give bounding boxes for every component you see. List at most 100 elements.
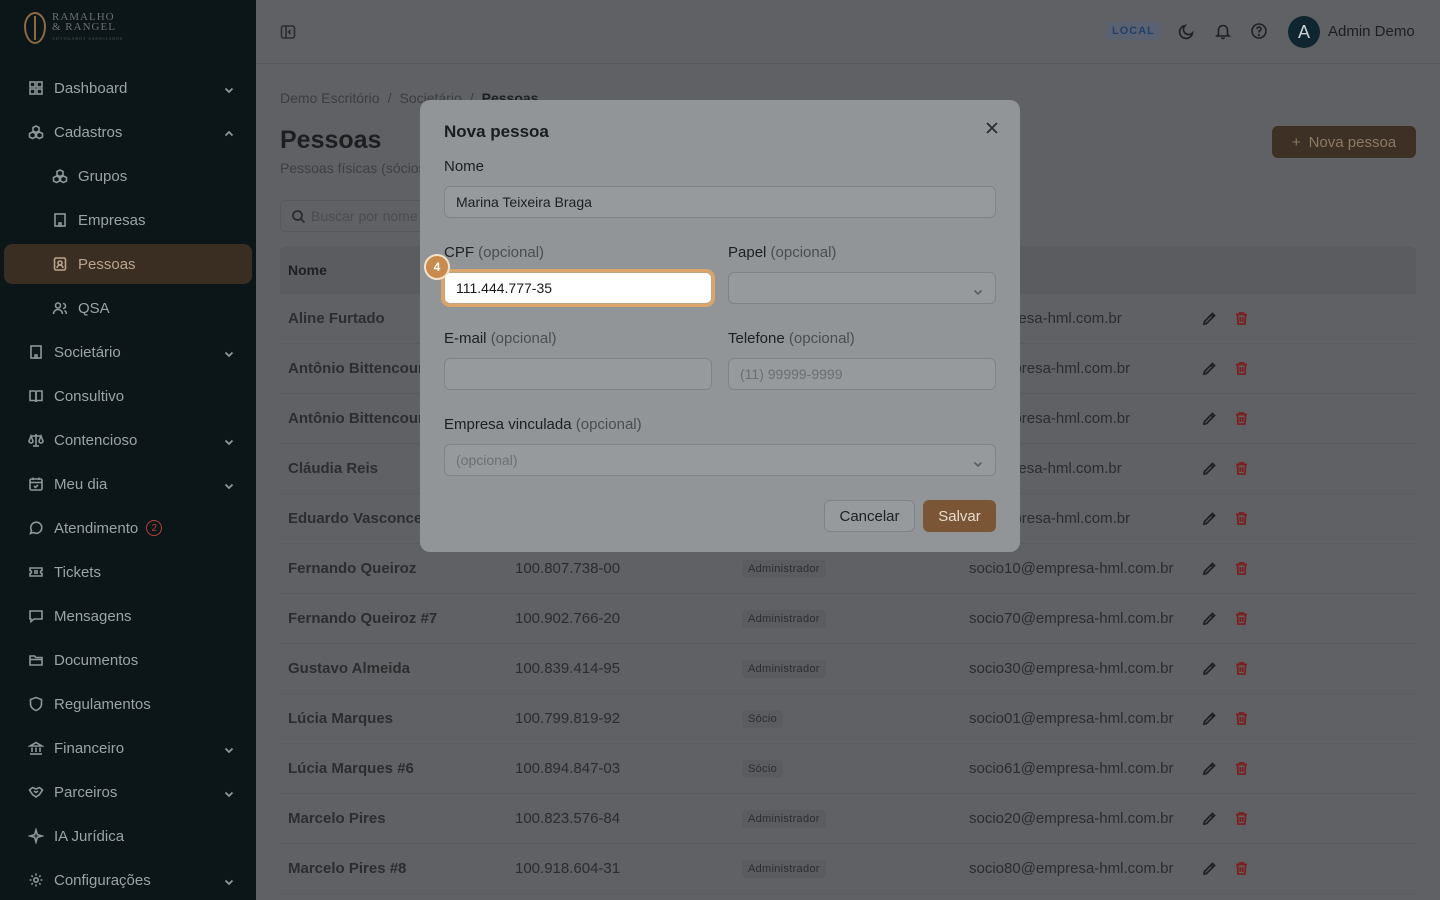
person-role-badge: Administrador [742,659,826,678]
edit-icon[interactable] [1202,411,1217,426]
edit-icon[interactable] [1202,361,1217,376]
save-button[interactable]: Salvar [923,500,996,532]
sidebar-item-societario[interactable]: Societário [0,330,256,374]
sidebar-item-qsa[interactable]: QSA [0,286,256,330]
trash-icon[interactable] [1234,561,1249,576]
sidebar-item-parceiros[interactable]: Parceiros [0,770,256,814]
edit-icon[interactable] [1202,311,1217,326]
telefone-field[interactable]: (11) 99999-9999 [728,358,996,390]
sidebar-item-cadastros[interactable]: Cadastros [0,110,256,154]
trash-icon[interactable] [1234,461,1249,476]
trash-icon[interactable] [1234,661,1249,676]
breadcrumb-separator: / [387,90,392,106]
sidebar-item-dashboard[interactable]: Dashboard [0,66,256,110]
person-email: socio10@empresa-hml.com.br [969,560,1174,577]
nome-field[interactable]: Marina Teixeira Braga [444,186,996,218]
trash-icon[interactable] [1234,511,1249,526]
cancel-button[interactable]: Cancelar [824,500,915,532]
trash-icon[interactable] [1234,311,1249,326]
person-cpf: 100.799.819-92 [515,710,621,727]
trash-icon[interactable] [1234,361,1249,376]
building-icon [52,212,68,228]
trash-icon[interactable] [1234,411,1249,426]
search-icon [291,209,306,224]
sidebar-item-empresas[interactable]: Empresas [0,198,256,242]
person-role-badge: Administrador [742,609,826,628]
edit-icon[interactable] [1202,461,1217,476]
calendar-icon [28,476,44,492]
chevron-down-icon [224,874,234,886]
papel-select[interactable] [728,272,996,304]
edit-icon[interactable] [1202,861,1217,876]
sidebar-item-regulamentos[interactable]: Regulamentos [0,682,256,726]
bell-icon[interactable] [1214,22,1232,40]
person-name: Fernando Queiroz [288,560,417,577]
trash-icon[interactable] [1234,611,1249,626]
person-name: Lúcia Marques [288,710,394,727]
person-email: socio80@empresa-hml.com.br [969,860,1174,877]
sidebar-item-atendimento[interactable]: Atendimento 2 [0,506,256,550]
chevron-down-icon [224,742,234,754]
person-role-badge: Administrador [742,809,826,828]
sidebar-item-ia-juridica[interactable]: IA Jurídica [0,814,256,858]
sidebar-item-label: Atendimento [54,519,139,537]
sidebar-item-financeiro[interactable]: Financeiro [0,726,256,770]
sidebar-item-tickets[interactable]: Tickets [0,550,256,594]
chevron-down-icon [973,456,983,468]
edit-icon[interactable] [1202,661,1217,676]
logo-mark-icon [24,12,46,44]
person-name: Antônio Bittencourt [288,410,429,427]
edit-icon[interactable] [1202,761,1217,776]
email-label: E-mail (opcional) [444,330,557,347]
edit-icon[interactable] [1202,561,1217,576]
topbar: LOCAL A Admin Demo [256,0,1440,64]
edit-icon[interactable] [1202,711,1217,726]
person-role-badge: Administrador [742,859,826,878]
edit-icon[interactable] [1202,611,1217,626]
sidebar-toggle-icon[interactable] [280,24,296,40]
edit-icon[interactable] [1202,511,1217,526]
moon-icon[interactable] [1178,22,1196,40]
breadcrumb-item[interactable]: Demo Escritório [280,90,380,106]
person-name: Cláudia Reis [288,460,379,477]
trash-icon[interactable] [1234,811,1249,826]
gear-icon [28,872,44,888]
person-name: Gustavo Almeida [288,660,410,677]
sidebar-item-meu-dia[interactable]: Meu dia [0,462,256,506]
person-name: Lúcia Marques #6 [288,760,414,777]
edit-icon[interactable] [1202,811,1217,826]
person-cpf: 100.807.738-00 [515,560,621,577]
sidebar-item-pessoas[interactable]: Pessoas [4,244,252,284]
ticket-icon [28,564,44,580]
new-person-button[interactable]: + Nova pessoa [1272,126,1416,158]
person-name: Eduardo Vasconce [288,510,423,527]
person-email: socio01@empresa-hml.com.br [969,710,1174,727]
empresa-select[interactable]: (opcional) [444,444,996,476]
new-person-modal: Nova pessoa Nome Marina Teixeira Braga C… [420,100,1020,552]
sidebar-item-mensagens[interactable]: Mensagens [0,594,256,638]
avatar[interactable]: A [1288,16,1320,48]
person-role-badge: Administrador [742,559,826,578]
cpf-field[interactable]: 111.444.777-35 [444,272,712,304]
shield-icon [28,696,44,712]
sidebar-item-configuracoes[interactable]: Configurações [0,858,256,900]
trash-icon[interactable] [1234,711,1249,726]
sidebar-item-contencioso[interactable]: Contencioso [0,418,256,462]
sidebar-item-label: Meu dia [54,475,108,493]
scale-icon [28,432,44,448]
trash-icon[interactable] [1234,861,1249,876]
column-header-name[interactable]: Nome [288,262,327,278]
sidebar-item-documentos[interactable]: Documentos [0,638,256,682]
person-email: socio61@empresa-hml.com.br [969,760,1174,777]
person-email: socio30@empresa-hml.com.br [969,660,1174,677]
help-icon[interactable] [1250,22,1268,40]
trash-icon[interactable] [1234,761,1249,776]
sidebar-item-grupos[interactable]: Grupos [0,154,256,198]
sidebar-item-label: Pessoas [78,255,136,273]
user-name[interactable]: Admin Demo [1328,23,1415,40]
close-icon[interactable] [984,120,1000,136]
email-field[interactable] [444,358,712,390]
person-email: socio70@empresa-hml.com.br [969,610,1174,627]
sidebar-item-consultivo[interactable]: Consultivo [0,374,256,418]
sidebar-item-label: Consultivo [54,387,125,405]
